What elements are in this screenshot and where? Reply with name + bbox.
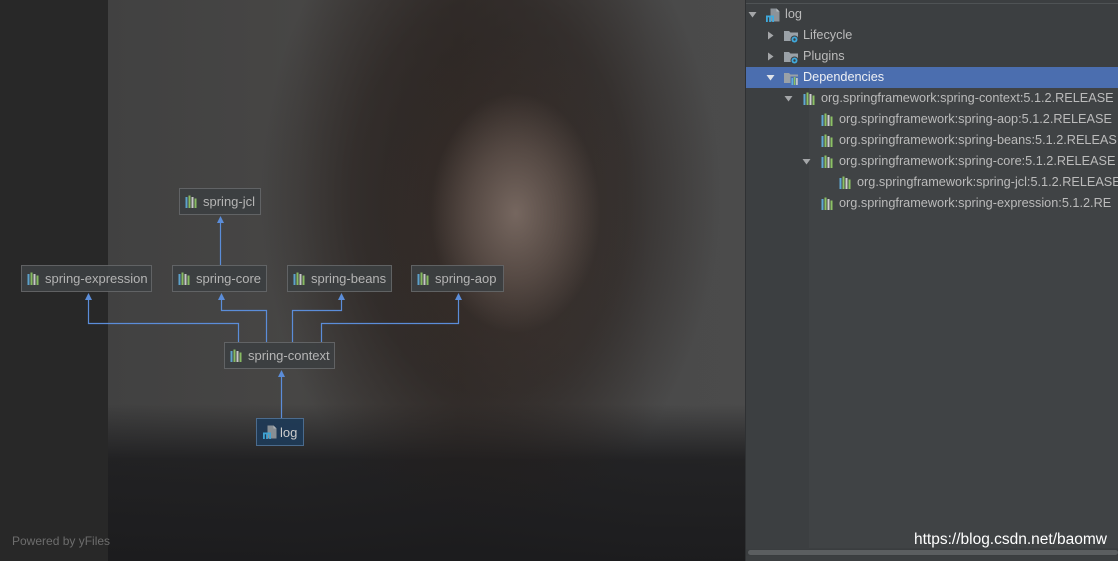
expanded-arrow-icon[interactable] [748, 4, 765, 25]
tree-row-label: Dependencies [803, 70, 885, 84]
node-spring-context[interactable]: spring-context [224, 342, 335, 369]
node-label: spring-context [248, 348, 330, 363]
watermark: https://blog.csdn.net/baomw [913, 531, 1107, 548]
library-icon [185, 195, 198, 209]
library-icon [293, 272, 306, 286]
library-icon [230, 349, 243, 363]
tree-row-label: Plugins [803, 49, 845, 63]
powered-by-yfiles: Powered by yFiles [12, 534, 111, 548]
dependency-diagram[interactable]: spring-jcl spring-expression spring-core… [0, 0, 745, 561]
expanded-arrow-icon[interactable] [802, 151, 819, 172]
plugins-folder-icon [783, 49, 799, 65]
library-icon [819, 154, 835, 170]
tree-row-label: org.springframework:spring-expression:5.… [839, 196, 1112, 210]
library-icon [819, 112, 835, 128]
tree-row-label: org.springframework:spring-jcl:5.1.2.REL… [857, 175, 1118, 189]
node-label: spring-jcl [203, 194, 256, 209]
library-icon [819, 133, 835, 149]
library-icon [417, 272, 430, 286]
collapsed-arrow-icon[interactable] [766, 46, 783, 67]
library-icon [801, 91, 817, 107]
tree-row-dependency[interactable]: org.springframework:spring-aop:5.1.2.REL… [746, 109, 1118, 130]
library-icon [178, 272, 191, 286]
maven-module-icon [765, 7, 781, 23]
node-label: spring-aop [435, 271, 497, 286]
tree-row-dependency[interactable]: org.springframework:spring-expression:5.… [746, 193, 1118, 214]
scrollbar-thumb[interactable] [748, 550, 1118, 555]
node-log[interactable]: log [256, 418, 304, 446]
edge-spring-context-to-spring-expression [87, 295, 240, 342]
node-label: log [280, 424, 298, 440]
dependencies-folder-icon [783, 70, 799, 86]
node-spring-jcl[interactable]: spring-jcl [179, 188, 261, 215]
node-label: spring-beans [311, 271, 387, 286]
tree-row-dependency[interactable]: org.springframework:spring-jcl:5.1.2.REL… [746, 172, 1118, 193]
node-spring-expression[interactable]: spring-expression [21, 265, 152, 292]
expanded-arrow-icon[interactable] [766, 67, 783, 88]
tree-row-dependency[interactable]: org.springframework:spring-core:5.1.2.RE… [746, 151, 1118, 172]
node-spring-aop[interactable]: spring-aop [411, 265, 504, 292]
maven-projects-panel[interactable]: log Lifecycle Plugins Dependencies org.s… [745, 0, 1118, 561]
edge-spring-context-to-spring-beans [291, 295, 343, 342]
tree-row-log[interactable]: log [746, 4, 1118, 25]
arrowhead [338, 293, 345, 300]
node-spring-core[interactable]: spring-core [172, 265, 267, 292]
arrowhead [218, 293, 225, 300]
library-icon [837, 175, 853, 191]
tree-row-label: org.springframework:spring-beans:5.1.2.R… [839, 133, 1117, 147]
node-spring-beans[interactable]: spring-beans [287, 265, 392, 292]
tree-row-label: log [785, 7, 802, 21]
tree-row-dependency[interactable]: org.springframework:spring-beans:5.1.2.R… [746, 130, 1118, 151]
tree-row-dependency[interactable]: org.springframework:spring-context:5.1.2… [746, 88, 1118, 109]
lifecycle-folder-icon [783, 28, 799, 44]
expanded-arrow-icon[interactable] [784, 88, 801, 109]
arrowhead [85, 293, 92, 300]
library-icon [27, 272, 40, 286]
edge-spring-context-to-spring-core [220, 295, 268, 342]
maven-module-icon [262, 424, 278, 440]
node-label: spring-core [196, 271, 262, 286]
arrowhead [217, 216, 224, 223]
tree-row-label: org.springframework:spring-context:5.1.2… [821, 91, 1114, 105]
tree-row-dependencies[interactable]: Dependencies [746, 67, 1118, 88]
tree-row-plugins[interactable]: Plugins [746, 46, 1118, 67]
tree-row-label: Lifecycle [803, 28, 853, 42]
horizontal-scrollbar[interactable] [746, 549, 1118, 556]
collapsed-arrow-icon[interactable] [766, 25, 783, 46]
tree-row-label: org.springframework:spring-aop:5.1.2.REL… [839, 112, 1112, 126]
arrowhead [455, 293, 462, 300]
arrowhead [278, 370, 285, 377]
node-label: spring-expression [45, 271, 148, 286]
maven-tree[interactable]: log Lifecycle Plugins Dependencies org.s… [746, 4, 1118, 214]
library-icon [819, 196, 835, 212]
tree-row-lifecycle[interactable]: Lifecycle [746, 25, 1118, 46]
tree-row-label: org.springframework:spring-core:5.1.2.RE… [839, 154, 1116, 168]
